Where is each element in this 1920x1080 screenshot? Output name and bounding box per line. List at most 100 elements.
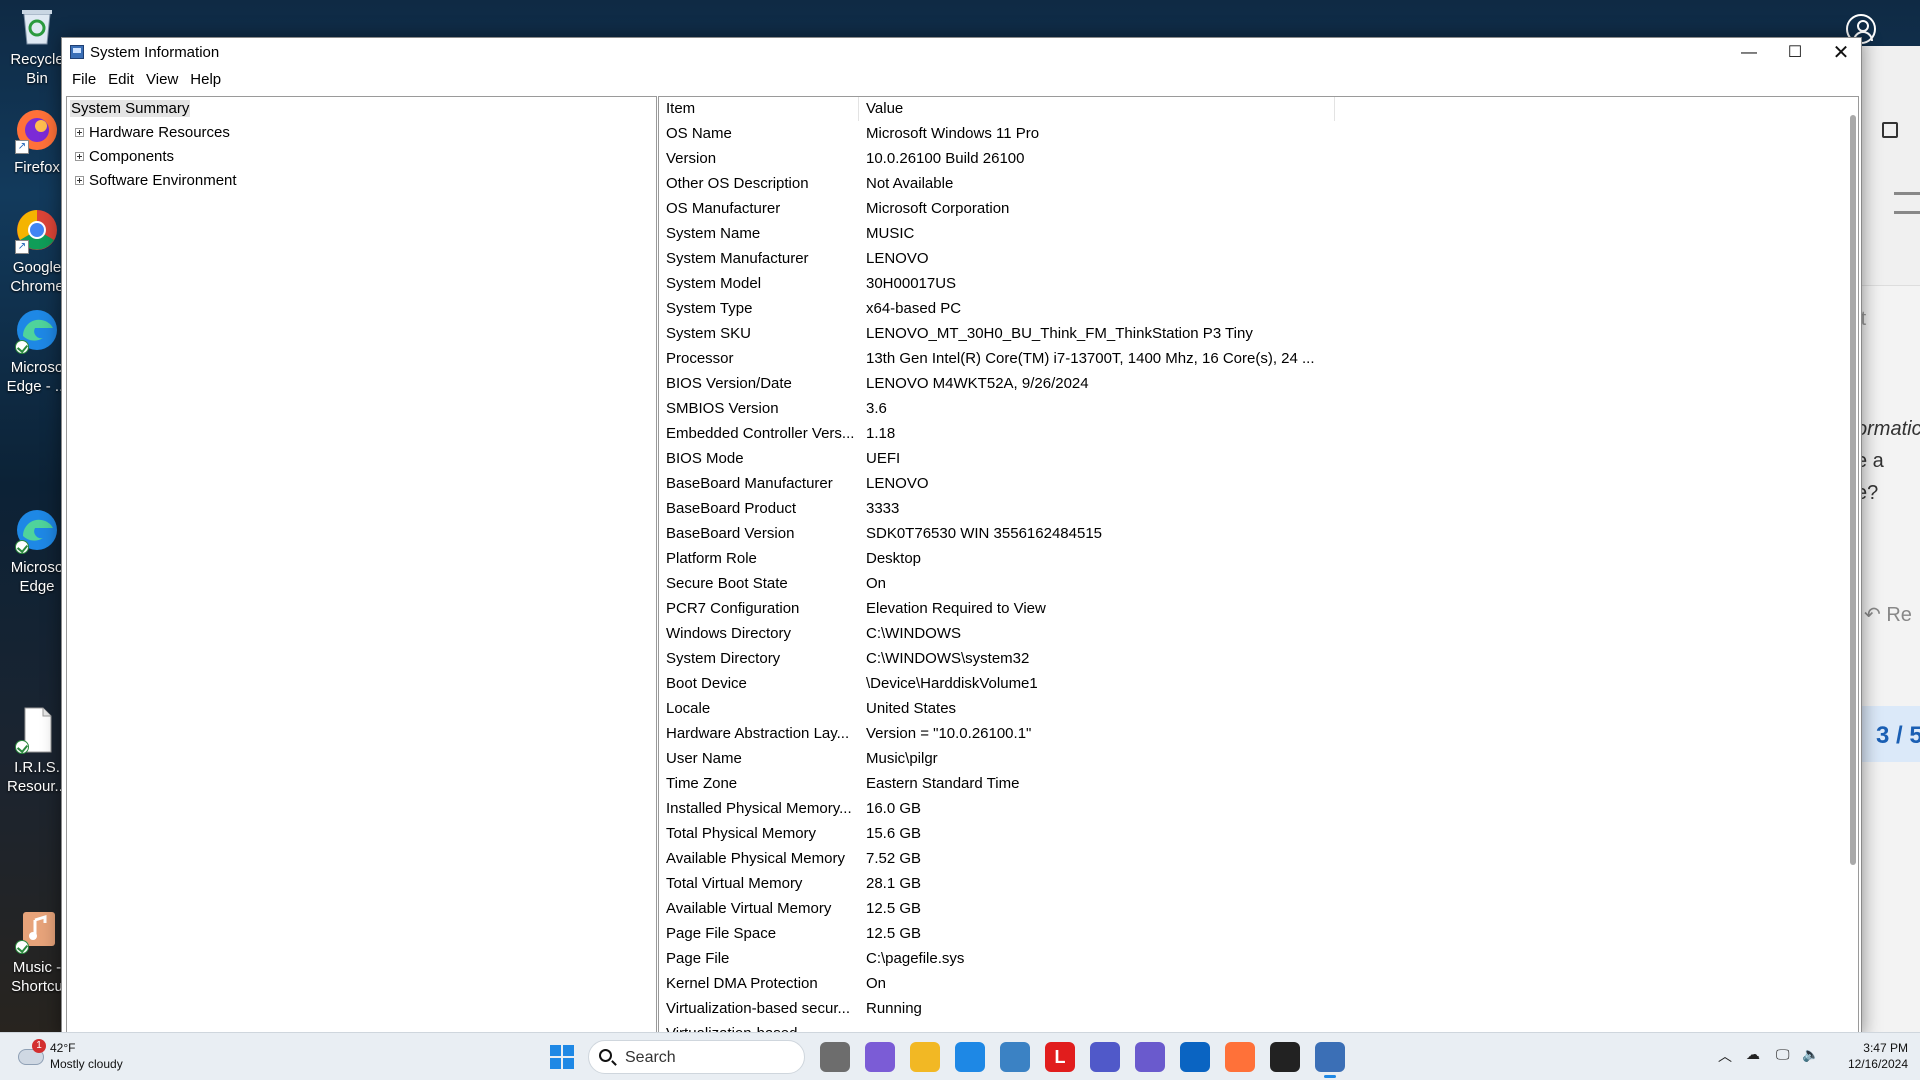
menu-help[interactable]: Help <box>184 68 227 92</box>
menu-icon[interactable] <box>1894 192 1920 214</box>
table-row[interactable]: System Name MUSIC <box>659 221 1819 246</box>
system-information-window[interactable]: System Information — ☐ ✕ File Edit View … <box>61 37 1862 1037</box>
table-row[interactable]: OS Manufacturer Microsoft Corporation <box>659 196 1819 221</box>
background-app-window[interactable]: rt ormatic e a e? ↶ Re 3 / 5 <box>1860 46 1920 1036</box>
vertical-scrollbar[interactable] <box>1850 115 1856 865</box>
expand-icon[interactable] <box>75 176 84 185</box>
table-row[interactable]: System Type x64-based PC <box>659 296 1819 321</box>
linn-app-icon[interactable] <box>1270 1042 1300 1072</box>
taskbar-search-box[interactable]: Search <box>588 1040 805 1074</box>
maximize-button[interactable]: ☐ <box>1772 38 1818 68</box>
row-item: Other OS Description <box>666 175 809 192</box>
start-button[interactable] <box>550 1045 574 1069</box>
tree-item-system-summary[interactable]: System Summary <box>67 97 656 121</box>
lenovo-vantage-icon[interactable]: L <box>1045 1042 1075 1072</box>
copilot-icon[interactable] <box>865 1042 895 1072</box>
row-item: Kernel DMA Protection <box>666 975 818 992</box>
file-explorer-icon[interactable] <box>910 1042 940 1072</box>
expand-icon[interactable] <box>75 128 84 137</box>
table-row[interactable]: Kernel DMA Protection On <box>659 971 1819 996</box>
table-row[interactable]: Windows Directory C:\WINDOWS <box>659 621 1819 646</box>
volume-icon[interactable]: 🔈 <box>1802 1046 1819 1063</box>
category-tree[interactable]: System Summary Hardware Resources Compon… <box>66 96 657 1036</box>
show-hidden-icons-chevron-icon[interactable]: ︿ <box>1718 1046 1732 1066</box>
onedrive-icon[interactable]: ☁ <box>1746 1046 1760 1063</box>
table-row[interactable]: Page File Space 12.5 GB <box>659 921 1819 946</box>
tree-item-software-environment[interactable]: Software Environment <box>67 169 656 193</box>
row-item: Total Physical Memory <box>666 825 817 842</box>
windows-logo-icon <box>563 1058 574 1069</box>
column-header-value[interactable]: Value <box>859 97 1335 121</box>
tree-item-components[interactable]: Components <box>67 145 656 169</box>
table-row[interactable]: Page File C:\pagefile.sys <box>659 946 1819 971</box>
table-row[interactable]: PCR7 Configuration Elevation Required to … <box>659 596 1819 621</box>
title-bar[interactable]: System Information — ☐ ✕ <box>62 38 1861 68</box>
row-value: LENOVO M4WKT52A, 9/26/2024 <box>866 375 1089 392</box>
row-value: Microsoft Corporation <box>866 200 1010 217</box>
row-item: Hardware Abstraction Lay... <box>666 725 850 742</box>
table-row[interactable]: Version 10.0.26100 Build 26100 <box>659 146 1819 171</box>
table-row[interactable]: Total Virtual Memory 28.1 GB <box>659 871 1819 896</box>
table-row[interactable]: Time Zone Eastern Standard Time <box>659 771 1819 796</box>
close-button[interactable]: ✕ <box>1818 38 1864 68</box>
weather-description: Mostly cloudy <box>50 1057 123 1071</box>
table-row[interactable]: Platform Role Desktop <box>659 546 1819 571</box>
details-list[interactable]: Item Value OS Name Microsoft Windows 11 P… <box>658 96 1859 1036</box>
clock[interactable]: 3:47 PM 12/16/2024 <box>1834 1040 1908 1072</box>
menu-edit[interactable]: Edit <box>102 68 140 92</box>
reply-button[interactable]: ↶ Re <box>1864 602 1912 627</box>
table-row[interactable]: System Directory C:\WINDOWS\system32 <box>659 646 1819 671</box>
window-title: System Information <box>90 44 220 61</box>
row-item: System SKU <box>666 325 752 342</box>
table-row[interactable]: OS Name Microsoft Windows 11 Pro <box>659 121 1819 146</box>
row-value: Music\pilgr <box>866 750 938 767</box>
table-row[interactable]: Secure Boot State On <box>659 571 1819 596</box>
table-row[interactable]: BaseBoard Product 3333 <box>659 496 1819 521</box>
microsoft-store-icon[interactable] <box>1000 1042 1030 1072</box>
teams-icon[interactable] <box>1090 1042 1120 1072</box>
table-row[interactable]: BIOS Version/Date LENOVO M4WKT52A, 9/26/2… <box>659 371 1819 396</box>
table-row[interactable]: BaseBoard Version SDK0T76530 WIN 35561624… <box>659 521 1819 546</box>
row-item: Available Virtual Memory <box>666 900 832 917</box>
row-value: On <box>866 975 887 992</box>
table-row[interactable]: Hardware Abstraction Lay... Version = "10… <box>659 721 1819 746</box>
tree-item-hardware-resources[interactable]: Hardware Resources <box>67 121 656 145</box>
table-row[interactable]: BaseBoard Manufacturer LENOVO <box>659 471 1819 496</box>
edge-icon[interactable] <box>955 1042 985 1072</box>
row-item: BaseBoard Product <box>666 500 797 517</box>
table-row[interactable]: System SKU LENOVO_MT_30H0_BU_Think_FM_Thi… <box>659 321 1819 346</box>
expand-icon[interactable] <box>75 152 84 161</box>
table-row[interactable]: Installed Physical Memory... 16.0 GB <box>659 796 1819 821</box>
system-information-icon[interactable] <box>1315 1042 1345 1078</box>
outlook-icon[interactable] <box>1180 1042 1210 1072</box>
table-row[interactable]: Total Physical Memory 15.6 GB <box>659 821 1819 846</box>
network-icon[interactable]: 🖵 <box>1776 1046 1790 1063</box>
share-icon[interactable] <box>1882 122 1898 138</box>
row-item: Virtualization-based secur... <box>666 1000 850 1017</box>
menu-file[interactable]: File <box>66 68 102 92</box>
menu-view[interactable]: View <box>140 68 184 92</box>
firefox-icon[interactable] <box>1225 1042 1255 1072</box>
table-row[interactable]: Locale United States <box>659 696 1819 721</box>
table-row[interactable]: Available Physical Memory 7.52 GB <box>659 846 1819 871</box>
row-value: 13th Gen Intel(R) Core(TM) i7-13700T, 14… <box>866 350 1315 367</box>
table-row[interactable]: Processor 13th Gen Intel(R) Core(TM) i7-1… <box>659 346 1819 371</box>
row-value: 16.0 GB <box>866 800 922 817</box>
table-row[interactable]: BIOS Mode UEFI <box>659 446 1819 471</box>
media-player-icon[interactable] <box>1135 1042 1165 1072</box>
table-row[interactable]: Embedded Controller Vers... 1.18 <box>659 421 1819 446</box>
table-row[interactable]: User Name Music\pilgr <box>659 746 1819 771</box>
weather-widget[interactable]: 1 42°F Mostly cloudy <box>14 1039 154 1075</box>
table-row[interactable]: System Model 30H00017US <box>659 271 1819 296</box>
row-item: System Directory <box>666 650 781 667</box>
table-row[interactable]: Available Virtual Memory 12.5 GB <box>659 896 1819 921</box>
column-header-item[interactable]: Item <box>659 97 859 121</box>
table-row[interactable]: Other OS Description Not Available <box>659 171 1819 196</box>
row-value: LENOVO <box>866 250 929 267</box>
table-row[interactable]: System Manufacturer LENOVO <box>659 246 1819 271</box>
minimize-button[interactable]: — <box>1726 38 1772 68</box>
table-row[interactable]: Virtualization-based secur... Running <box>659 996 1819 1021</box>
table-row[interactable]: Boot Device \Device\HarddiskVolume1 <box>659 671 1819 696</box>
task-view-icon[interactable] <box>820 1042 850 1072</box>
table-row[interactable]: SMBIOS Version 3.6 <box>659 396 1819 421</box>
